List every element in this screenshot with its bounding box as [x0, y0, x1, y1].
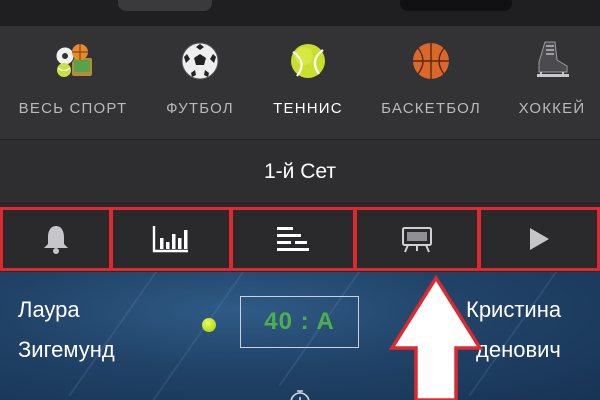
highlight-arrow-icon [388, 274, 484, 400]
sport-item-tennis[interactable]: ТЕННИС [254, 26, 362, 140]
play-button[interactable] [478, 207, 600, 271]
bell-icon [44, 226, 68, 254]
sport-label: ВЕСЬ СПОРТ [18, 100, 128, 117]
player-left-first-name: Лаура [18, 297, 80, 322]
list-icon [277, 227, 309, 251]
all-sports-icon [55, 44, 92, 77]
top-control-left[interactable] [118, 0, 212, 11]
score-box: 40 : A [240, 296, 359, 348]
sports-nav: ВЕСЬ СПОРТ ФУТБОЛ ТЕННИС БАСКЕТБОЛ ХОККЕ… [0, 26, 600, 140]
player-right-last-name: денович [476, 337, 561, 362]
notifications-button[interactable] [0, 207, 112, 271]
score-value: 40 : A [264, 308, 335, 335]
sport-item-football[interactable]: ФУТБОЛ [146, 26, 254, 140]
set-label: 1-й Сет [263, 160, 336, 183]
player-left-last-name: Зигемунд [18, 337, 115, 362]
statistics-button[interactable] [110, 207, 232, 271]
sport-label: БАСКЕТБОЛ [381, 100, 481, 117]
stopwatch-icon [290, 390, 310, 400]
action-bar [0, 204, 600, 272]
hockey-skate-icon [537, 41, 569, 77]
scoreboard-button[interactable] [354, 207, 480, 271]
basketball-icon [413, 43, 449, 79]
scoreboard-icon [402, 227, 432, 253]
sport-label: ТЕННИС [273, 100, 343, 117]
top-control-right[interactable] [400, 0, 512, 11]
top-bar [0, 0, 600, 26]
serving-indicator-icon [202, 318, 216, 332]
sport-item-hockey[interactable]: ХОККЕЙ [504, 26, 600, 140]
bar-chart-icon [152, 226, 188, 253]
sport-item-basketball[interactable]: БАСКЕТБОЛ [370, 26, 492, 140]
tennis-ball-icon [291, 44, 325, 78]
soccer-ball-icon [181, 42, 219, 80]
set-selector[interactable]: 1-й Сет [0, 140, 600, 204]
background-streak [148, 272, 254, 400]
sport-item-all[interactable]: ВЕСЬ СПОРТ [0, 26, 146, 140]
sport-label: ФУТБОЛ [166, 100, 234, 117]
match-panel: Лаура Зигемунд 40 : A Кристина денович [0, 272, 600, 400]
list-button[interactable] [230, 207, 356, 271]
sport-label: ХОККЕЙ [518, 100, 586, 117]
play-icon [530, 228, 549, 250]
